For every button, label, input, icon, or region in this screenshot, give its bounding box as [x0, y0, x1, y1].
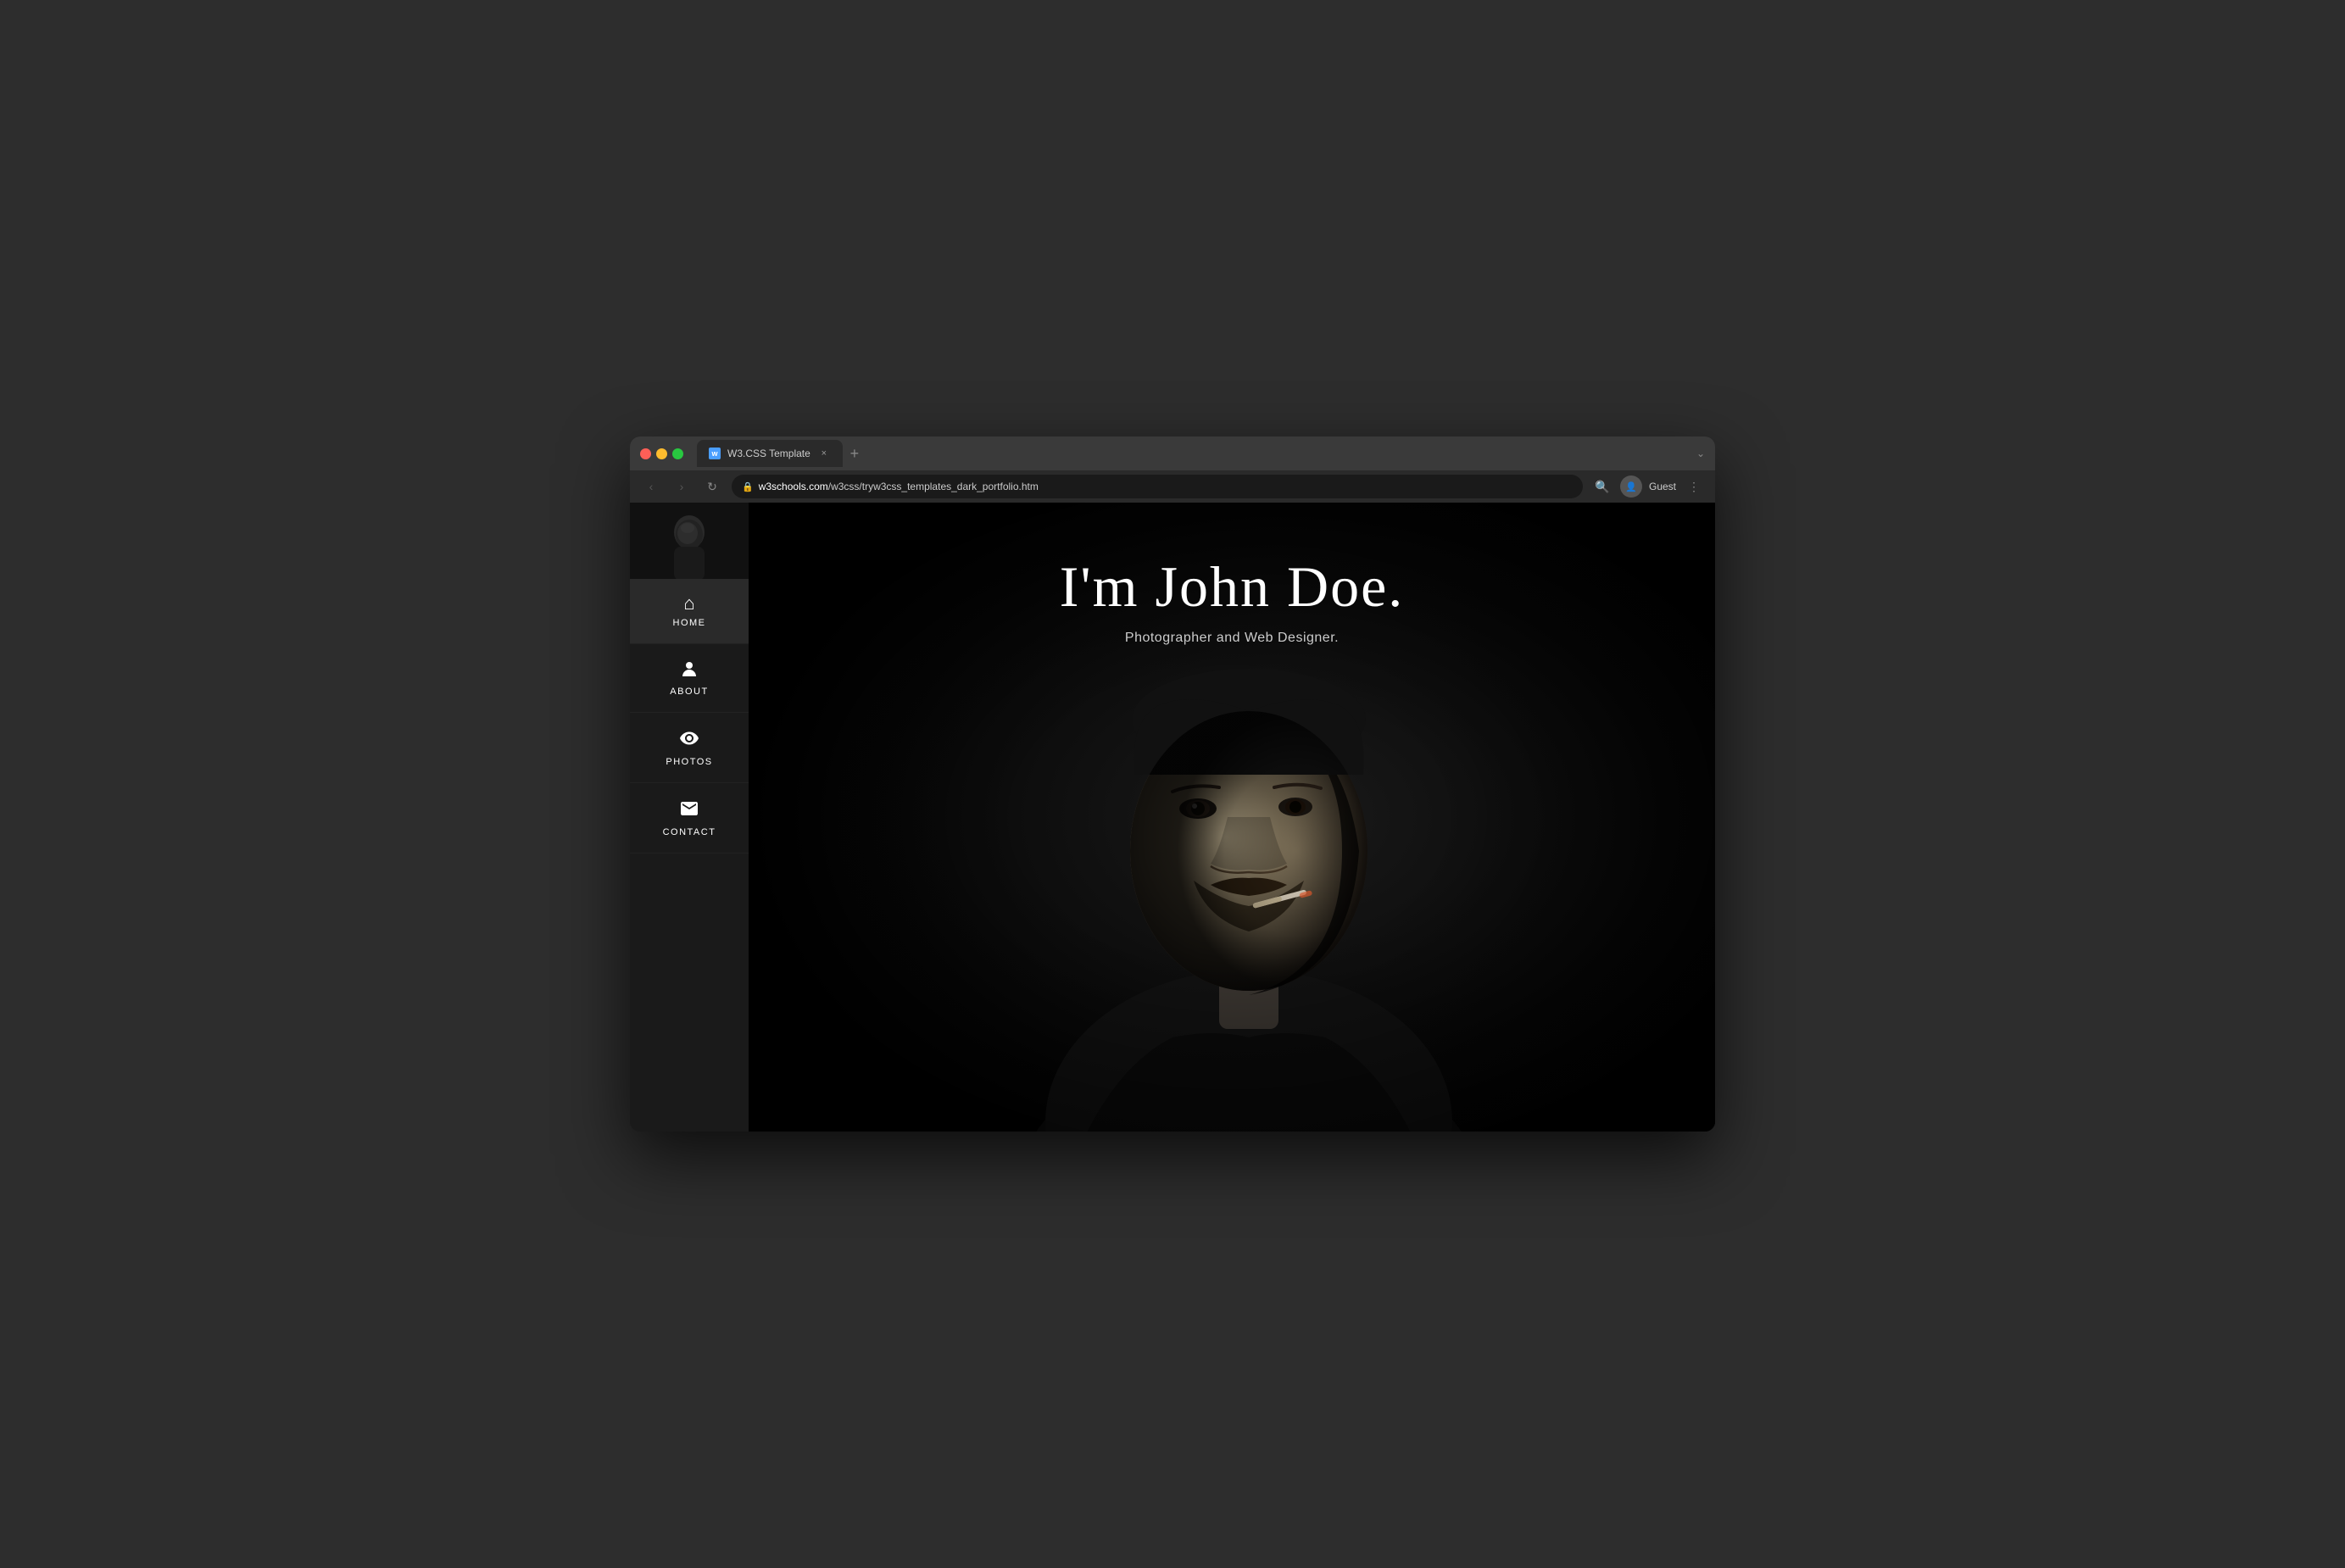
browser-window: w W3.CSS Template × + ⌄ ‹ › ↻ 🔒 w3school…	[630, 436, 1715, 1132]
main-content: I'm John Doe. Photographer and Web Desig…	[749, 503, 1715, 1132]
new-tab-button[interactable]: +	[843, 442, 866, 465]
traffic-lights	[640, 448, 683, 459]
address-bar-actions: 🔍 👤 Guest ⋮	[1591, 475, 1705, 498]
mail-icon	[679, 798, 699, 822]
browser-content: ⌂ HOME ABOUT PHOTOS	[630, 503, 1715, 1132]
url-bar[interactable]: 🔒 w3schools.com/w3css/tryw3css_templates…	[732, 475, 1583, 498]
sidebar-contact-label: CONTACT	[663, 827, 716, 837]
tab-title: W3.CSS Template	[727, 448, 810, 459]
url-text: w3schools.com/w3css/tryw3css_templates_d…	[759, 481, 1039, 492]
active-tab[interactable]: w W3.CSS Template ×	[697, 440, 843, 467]
person-icon	[680, 659, 699, 681]
sidebar: ⌂ HOME ABOUT PHOTOS	[630, 503, 749, 1132]
tab-bar: w W3.CSS Template × + ⌄	[697, 440, 1705, 467]
sidebar-portrait-svg	[630, 503, 749, 579]
refresh-button[interactable]: ↻	[701, 475, 723, 498]
forward-button[interactable]: ›	[671, 475, 693, 498]
more-options-icon[interactable]: ⋮	[1683, 475, 1705, 498]
maximize-button[interactable]	[672, 448, 683, 459]
sidebar-about-label: ABOUT	[670, 687, 708, 697]
sidebar-photos-label: PHOTOS	[666, 757, 712, 767]
user-label: Guest	[1649, 481, 1676, 492]
sidebar-item-contact[interactable]: CONTACT	[630, 783, 749, 854]
eye-icon	[679, 728, 699, 752]
avatar[interactable]: 👤	[1620, 475, 1642, 498]
tab-expand-icon[interactable]: ⌄	[1696, 448, 1705, 459]
lock-icon: 🔒	[742, 481, 754, 492]
sidebar-item-about[interactable]: ABOUT	[630, 644, 749, 713]
url-domain: w3schools.com	[759, 481, 828, 492]
url-path: /w3css/tryw3css_templates_dark_portfolio…	[828, 481, 1039, 492]
sidebar-home-label: HOME	[673, 618, 706, 628]
sidebar-avatar	[630, 503, 749, 579]
minimize-button[interactable]	[656, 448, 667, 459]
sidebar-item-photos[interactable]: PHOTOS	[630, 713, 749, 783]
tab-close-button[interactable]: ×	[817, 447, 831, 460]
close-button[interactable]	[640, 448, 651, 459]
hero-portrait-svg	[749, 503, 1715, 1132]
search-icon[interactable]: 🔍	[1591, 475, 1613, 498]
sidebar-item-home[interactable]: ⌂ HOME	[630, 579, 749, 644]
portrait-container	[749, 503, 1715, 1132]
home-icon: ⌂	[683, 594, 694, 613]
title-bar: w W3.CSS Template × + ⌄	[630, 436, 1715, 470]
address-bar: ‹ › ↻ 🔒 w3schools.com/w3css/tryw3css_tem…	[630, 470, 1715, 503]
tab-favicon: w	[709, 448, 721, 459]
back-button[interactable]: ‹	[640, 475, 662, 498]
